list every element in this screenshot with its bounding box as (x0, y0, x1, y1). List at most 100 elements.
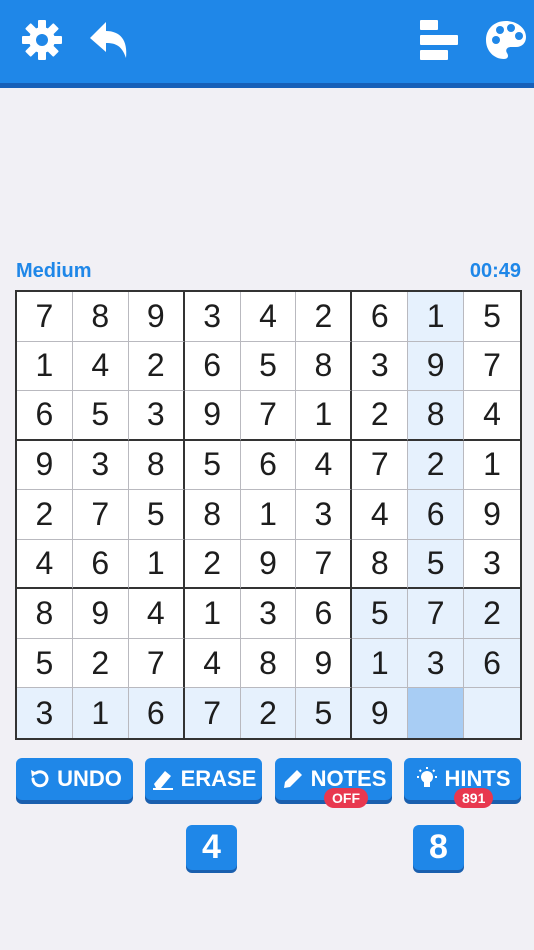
grid-cell[interactable]: 3 (352, 341, 409, 392)
grid-cell[interactable] (464, 688, 520, 738)
grid-cell[interactable]: 4 (128, 589, 185, 639)
grid-cell[interactable]: 5 (408, 539, 465, 590)
grid-cell[interactable]: 7 (240, 391, 297, 441)
grid-cell[interactable]: 4 (240, 292, 297, 342)
grid-cell[interactable]: 7 (408, 589, 465, 639)
grid-cell[interactable]: 6 (184, 341, 241, 392)
grid-cell[interactable]: 7 (184, 688, 241, 738)
undo-icon (31, 770, 49, 788)
grid-cell[interactable]: 5 (296, 688, 353, 738)
grid-cell[interactable]: 4 (352, 490, 409, 540)
grid-cell[interactable]: 7 (296, 539, 353, 590)
grid-cell[interactable]: 9 (296, 638, 353, 689)
grid-cell[interactable]: 9 (184, 391, 241, 441)
grid-cell[interactable]: 8 (240, 638, 297, 689)
grid-cell[interactable]: 4 (184, 638, 241, 689)
grid-cell[interactable]: 9 (240, 539, 297, 590)
grid-cell[interactable]: 4 (296, 440, 353, 491)
grid-cell[interactable]: 2 (184, 539, 241, 590)
grid-cell[interactable]: 5 (72, 391, 129, 441)
hints-count-badge: 891 (454, 788, 494, 808)
grid-cell[interactable]: 8 (408, 391, 465, 441)
grid-cell[interactable]: 1 (184, 589, 241, 639)
grid-cell[interactable]: 6 (72, 539, 129, 590)
eraser-icon (152, 771, 173, 790)
grid-cell[interactable]: 4 (72, 341, 129, 392)
grid-cell[interactable]: 7 (352, 440, 409, 491)
difficulty-label: Medium (16, 260, 92, 282)
palette-icon[interactable] (484, 18, 528, 62)
grid-cell[interactable]: 8 (72, 292, 129, 342)
grid-cell[interactable]: 4 (464, 391, 520, 441)
gear-icon[interactable] (20, 18, 64, 62)
grid-cell[interactable]: 8 (128, 440, 185, 491)
undo-label: UNDO (57, 766, 122, 791)
grid-cell[interactable]: 1 (72, 688, 129, 738)
lightbulb-icon (416, 767, 437, 787)
grid-cell[interactable]: 2 (17, 490, 73, 540)
grid-cell[interactable]: 6 (464, 638, 520, 689)
grid-cell[interactable]: 3 (128, 391, 185, 441)
grid-cell[interactable]: 1 (464, 441, 520, 491)
grid-cell[interactable]: 1 (128, 539, 185, 590)
grid-cell[interactable]: 9 (128, 292, 185, 342)
grid-cell[interactable]: 7 (72, 490, 129, 540)
grid-cell[interactable]: 2 (128, 341, 185, 392)
grid-cell[interactable]: 6 (408, 490, 465, 540)
grid-cell[interactable]: 7 (17, 292, 73, 342)
sudoku-grid: 7893426151426583976539712849385647212758… (15, 290, 522, 740)
grid-cell[interactable]: 3 (296, 490, 353, 540)
grid-cell[interactable]: 1 (240, 490, 297, 540)
timer: 00:49 (469, 260, 521, 282)
undo-button[interactable]: UNDO (16, 758, 133, 800)
grid-cell[interactable]: 3 (72, 440, 129, 491)
grid-cell[interactable]: 8 (296, 341, 353, 392)
erase-label: ERASE (180, 766, 257, 791)
grid-cell[interactable]: 6 (296, 589, 353, 639)
grid-cell[interactable]: 1 (408, 292, 465, 342)
grid-cell[interactable]: 8 (184, 490, 241, 540)
leaderboard-icon[interactable] (416, 18, 460, 62)
number-key-8[interactable]: 8 (413, 825, 464, 870)
erase-button[interactable]: ERASE (145, 758, 262, 800)
grid-cell[interactable]: 6 (240, 440, 297, 491)
grid-cell[interactable]: 2 (240, 688, 297, 738)
top-bar (0, 0, 534, 88)
grid-cell[interactable]: 2 (408, 440, 465, 491)
grid-cell[interactable]: 9 (352, 688, 409, 738)
grid-cell[interactable]: 6 (128, 688, 185, 738)
grid-cell[interactable]: 7 (464, 342, 520, 392)
grid-cell[interactable]: 8 (352, 539, 409, 590)
grid-cell[interactable]: 5 (240, 341, 297, 392)
grid-cell[interactable]: 5 (352, 589, 409, 639)
grid-cell[interactable]: 3 (464, 540, 520, 590)
grid-cell[interactable]: 2 (352, 391, 409, 441)
grid-cell[interactable]: 2 (464, 589, 520, 639)
grid-cell[interactable]: 9 (17, 440, 73, 491)
grid-cell[interactable]: 7 (128, 638, 185, 689)
grid-cell[interactable]: 5 (128, 490, 185, 540)
grid-cell[interactable]: 9 (72, 589, 129, 639)
grid-cell[interactable]: 6 (352, 292, 409, 342)
grid-cell[interactable]: 9 (464, 490, 520, 540)
grid-cell[interactable]: 3 (408, 638, 465, 689)
grid-cell[interactable]: 1 (17, 341, 73, 392)
grid-cell[interactable]: 3 (240, 589, 297, 639)
grid-cell[interactable]: 9 (408, 341, 465, 392)
number-key-4[interactable]: 4 (186, 825, 237, 870)
back-icon[interactable] (86, 18, 130, 62)
grid-cell[interactable]: 2 (296, 292, 353, 342)
grid-cell[interactable]: 3 (184, 292, 241, 342)
grid-cell[interactable]: 2 (72, 638, 129, 689)
grid-cell[interactable]: 6 (17, 391, 73, 441)
grid-cell[interactable]: 1 (352, 638, 409, 689)
grid-cell[interactable]: 3 (17, 688, 73, 738)
pencil-icon (283, 770, 302, 788)
grid-cell[interactable]: 5 (464, 292, 520, 342)
grid-cell[interactable]: 8 (17, 589, 73, 639)
grid-cell[interactable]: 4 (17, 539, 73, 590)
grid-cell[interactable]: 5 (17, 638, 73, 689)
grid-cell[interactable] (408, 688, 465, 738)
grid-cell[interactable]: 5 (184, 440, 241, 491)
grid-cell[interactable]: 1 (296, 391, 353, 441)
